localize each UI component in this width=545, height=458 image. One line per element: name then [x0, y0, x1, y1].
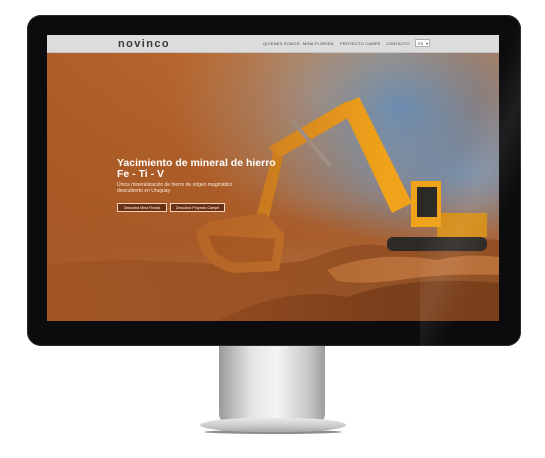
- descubra-mina-florida-button[interactable]: Descubra Mina Florida: [117, 203, 167, 212]
- language-select[interactable]: ES ▾: [415, 39, 430, 47]
- hero-title-line2: Fe - Ti - V: [117, 168, 165, 180]
- monitor-stand-base: [200, 418, 346, 432]
- hero-content: Yacimiento de mineral de hierro Fe - Ti …: [117, 158, 317, 212]
- site-logo[interactable]: novinco: [118, 38, 170, 50]
- monitor-stand-neck: [219, 346, 325, 424]
- nav-link-contacto[interactable]: CONTACTO: [386, 41, 410, 46]
- chevron-down-icon: ▾: [425, 41, 428, 46]
- hero-title: Yacimiento de mineral de hierro Fe - Ti …: [117, 158, 317, 180]
- site-navbar: novinco QUIENES SOMOS MINA FLORIDA PROYE…: [47, 35, 499, 53]
- nav-link-proyecto-campe[interactable]: PROYECTO CAMPÉ: [340, 41, 381, 46]
- language-value: ES: [418, 41, 424, 46]
- nav-link-quienes-somos[interactable]: QUIENES SOMOS: [263, 41, 300, 46]
- website-screen: novinco QUIENES SOMOS MINA FLORIDA PROYE…: [47, 35, 499, 321]
- hero-subtitle: Única mineralización de hierro de origen…: [117, 182, 233, 194]
- descubra-proyecto-campe-button[interactable]: Descubra Proyecto Campé: [170, 203, 225, 212]
- nav-link-mina-florida[interactable]: MINA FLORIDA: [303, 41, 334, 46]
